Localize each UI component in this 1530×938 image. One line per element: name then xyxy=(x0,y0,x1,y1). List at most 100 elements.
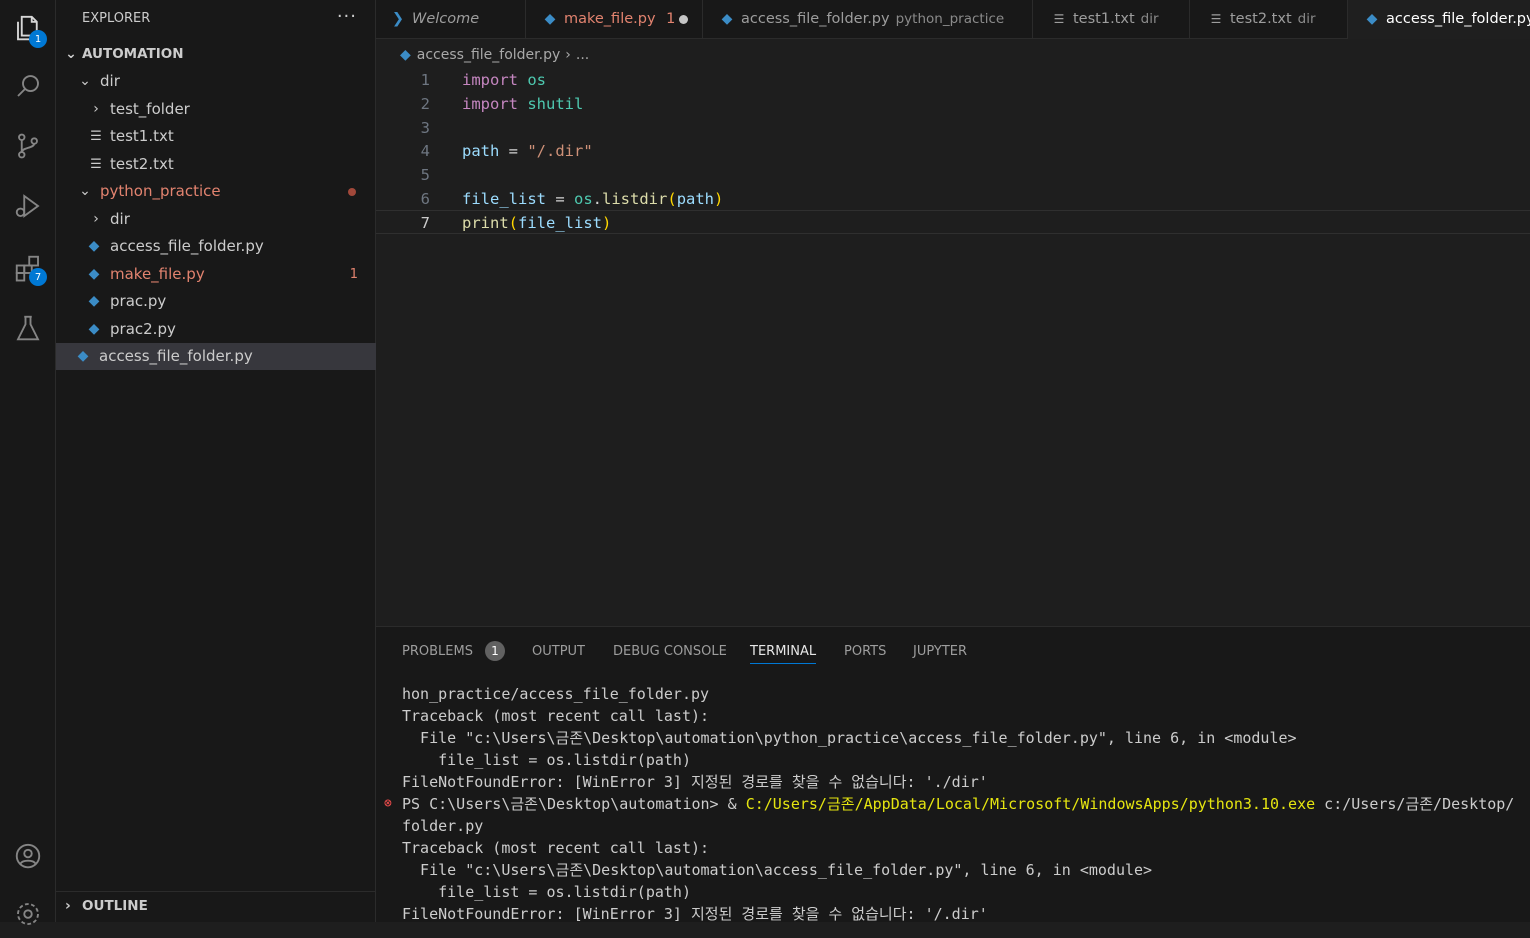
tree-item-dir[interactable]: ⌄ dir xyxy=(56,68,376,95)
search-icon xyxy=(17,75,39,97)
tab-problems[interactable]: PROBLEMS 1 xyxy=(402,641,505,663)
python-file-icon: ◆ xyxy=(721,11,733,27)
code-token: "/.dir" xyxy=(527,142,593,160)
python-file-icon: ◆ xyxy=(400,47,411,63)
tab-label: test1.txt xyxy=(1073,11,1135,27)
terminal-output[interactable]: hon_practice/access_file_folder.py Trace… xyxy=(384,683,1530,922)
tab-access-file-folder-py-active[interactable]: ◆ access_file_folder.py xyxy=(1348,0,1530,39)
text-file-icon: ☰ xyxy=(90,129,102,144)
code-token: import xyxy=(462,71,518,89)
code-token: file_list xyxy=(462,190,546,208)
chevron-right-icon: › xyxy=(565,47,571,63)
tree-item-label: make_file.py xyxy=(110,265,205,283)
section-automation[interactable]: ⌄ AUTOMATION xyxy=(56,41,376,68)
tab-welcome[interactable]: ❯ Welcome xyxy=(376,0,526,39)
text-file-icon: ☰ xyxy=(1210,12,1222,26)
tree-item-label: access_file_folder.py xyxy=(99,347,253,365)
tree-item-label: dir xyxy=(110,210,130,228)
tree-item-make-file-py[interactable]: ◆ make_file.py 1 xyxy=(56,261,376,288)
code-token: ) xyxy=(602,214,612,232)
code-token: os xyxy=(574,190,593,208)
code-token: print xyxy=(462,214,509,232)
accounts-button[interactable] xyxy=(0,832,56,880)
terminal-line: FileNotFoundError: [WinError 3] 지정된 경로를 … xyxy=(402,905,988,922)
tab-access-file-folder-py-practice[interactable]: ◆ access_file_folder.py python_practice xyxy=(703,0,1033,39)
terminal-line: File "c:\Users\금존\Desktop\automation\acc… xyxy=(402,861,1153,879)
code-line-7: 7 print(file_list) xyxy=(376,210,1530,234)
chevron-right-icon: › xyxy=(65,898,71,914)
panel-tab-label: JUPYTER xyxy=(913,644,968,659)
tab-debug-console[interactable]: DEBUG CONSOLE xyxy=(613,641,727,663)
section-label: AUTOMATION xyxy=(82,46,184,62)
python-file-icon: ◆ xyxy=(88,238,100,254)
python-file-icon: ◆ xyxy=(544,11,556,27)
text-file-icon: ☰ xyxy=(1053,12,1065,26)
tab-terminal[interactable]: TERMINAL xyxy=(750,641,817,664)
chevron-down-icon: ⌄ xyxy=(79,73,91,89)
code-token: ) xyxy=(714,190,724,208)
explorer-sidebar: EXPLORER ··· ⌄ AUTOMATION ⌄ dir › test_f… xyxy=(56,0,376,922)
testing-button[interactable] xyxy=(0,304,56,352)
breadcrumb-more[interactable]: ... xyxy=(576,47,589,63)
tab-ports[interactable]: PORTS xyxy=(844,641,886,663)
problems-badge: 1 xyxy=(484,641,505,661)
code-token: ( xyxy=(667,190,677,208)
source-control-button[interactable] xyxy=(0,122,56,170)
tab-output[interactable]: OUTPUT xyxy=(532,641,585,663)
tab-make-file-py[interactable]: ◆ make_file.py 1 xyxy=(526,0,703,39)
terminal-line: FileNotFoundError: [WinError 3] 지정된 경로를 … xyxy=(402,773,988,791)
tab-test1-txt[interactable]: ☰ test1.txt dir xyxy=(1033,0,1190,39)
python-file-icon: ◆ xyxy=(88,293,100,309)
explorer-badge: 1 xyxy=(29,30,47,48)
panel-tab-label: OUTPUT xyxy=(532,644,585,659)
code-token: listdir xyxy=(602,190,668,208)
explorer-button[interactable]: 1 xyxy=(0,4,56,52)
line-number: 4 xyxy=(420,142,430,160)
extensions-button[interactable]: 7 xyxy=(0,244,56,292)
more-actions-button[interactable]: ··· xyxy=(337,6,357,27)
flask-icon xyxy=(16,315,40,341)
extensions-badge: 7 xyxy=(29,268,47,286)
line-number: 3 xyxy=(420,119,430,137)
code-token: = xyxy=(499,142,528,160)
tree-item-test1-txt[interactable]: ☰ test1.txt xyxy=(56,123,376,150)
tree-item-dir-2[interactable]: › dir xyxy=(56,206,376,233)
code-line-5: 5 xyxy=(376,163,1530,187)
tree-item-label: test2.txt xyxy=(110,155,174,173)
text-file-icon: ☰ xyxy=(90,157,102,172)
tree-item-label: test1.txt xyxy=(110,127,174,145)
tab-label: make_file.py xyxy=(564,11,656,27)
section-outline[interactable]: › OUTLINE xyxy=(56,891,376,920)
tab-jupyter[interactable]: JUPYTER xyxy=(913,641,967,663)
run-debug-button[interactable] xyxy=(0,182,56,230)
panel-tab-label: PROBLEMS xyxy=(402,644,473,659)
tree-item-python-practice[interactable]: ⌄ python_practice xyxy=(56,178,376,205)
tab-description: dir xyxy=(1140,11,1159,27)
prompt-arg: c:/Users/금존/Desktop/ xyxy=(1315,795,1515,813)
tab-test2-txt[interactable]: ☰ test2.txt dir xyxy=(1190,0,1348,39)
manage-button[interactable] xyxy=(0,890,56,938)
code-token: ( xyxy=(508,214,519,232)
tree-item-prac2-py[interactable]: ◆ prac2.py xyxy=(56,316,376,343)
tree-item-test2-txt[interactable]: ☰ test2.txt xyxy=(56,151,376,178)
terminal-line: folder.py xyxy=(402,817,484,835)
prompt-text: PS C:\Users\금존\Desktop\automation> & xyxy=(402,795,746,813)
tree-item-access-file-folder-py[interactable]: ◆ access_file_folder.py xyxy=(56,233,376,260)
breadcrumb-file[interactable]: access_file_folder.py xyxy=(417,47,560,63)
tree-item-test-folder[interactable]: › test_folder xyxy=(56,96,376,123)
unsaved-dot-icon[interactable] xyxy=(679,15,688,24)
line-number: 7 xyxy=(420,214,430,232)
terminal-line: Traceback (most recent call last): xyxy=(402,707,710,725)
vscode-logo-icon: ❯ xyxy=(391,11,405,27)
account-icon xyxy=(15,843,41,869)
code-token: file_list xyxy=(518,214,603,232)
terminal-line: File "c:\Users\금존\Desktop\automation\pyt… xyxy=(402,729,1297,747)
code-line-1: 1 import os xyxy=(376,68,1530,92)
breadcrumb: ◆ access_file_folder.py ›... xyxy=(400,44,589,66)
line-number: 6 xyxy=(420,190,430,208)
terminal-line: file_list = os.listdir(path) xyxy=(402,883,691,901)
python-file-icon: ◆ xyxy=(88,321,100,337)
search-button[interactable] xyxy=(0,62,56,110)
tree-item-access-file-folder-py-root[interactable]: ◆ access_file_folder.py xyxy=(56,343,376,370)
tree-item-prac-py[interactable]: ◆ prac.py xyxy=(56,288,376,315)
